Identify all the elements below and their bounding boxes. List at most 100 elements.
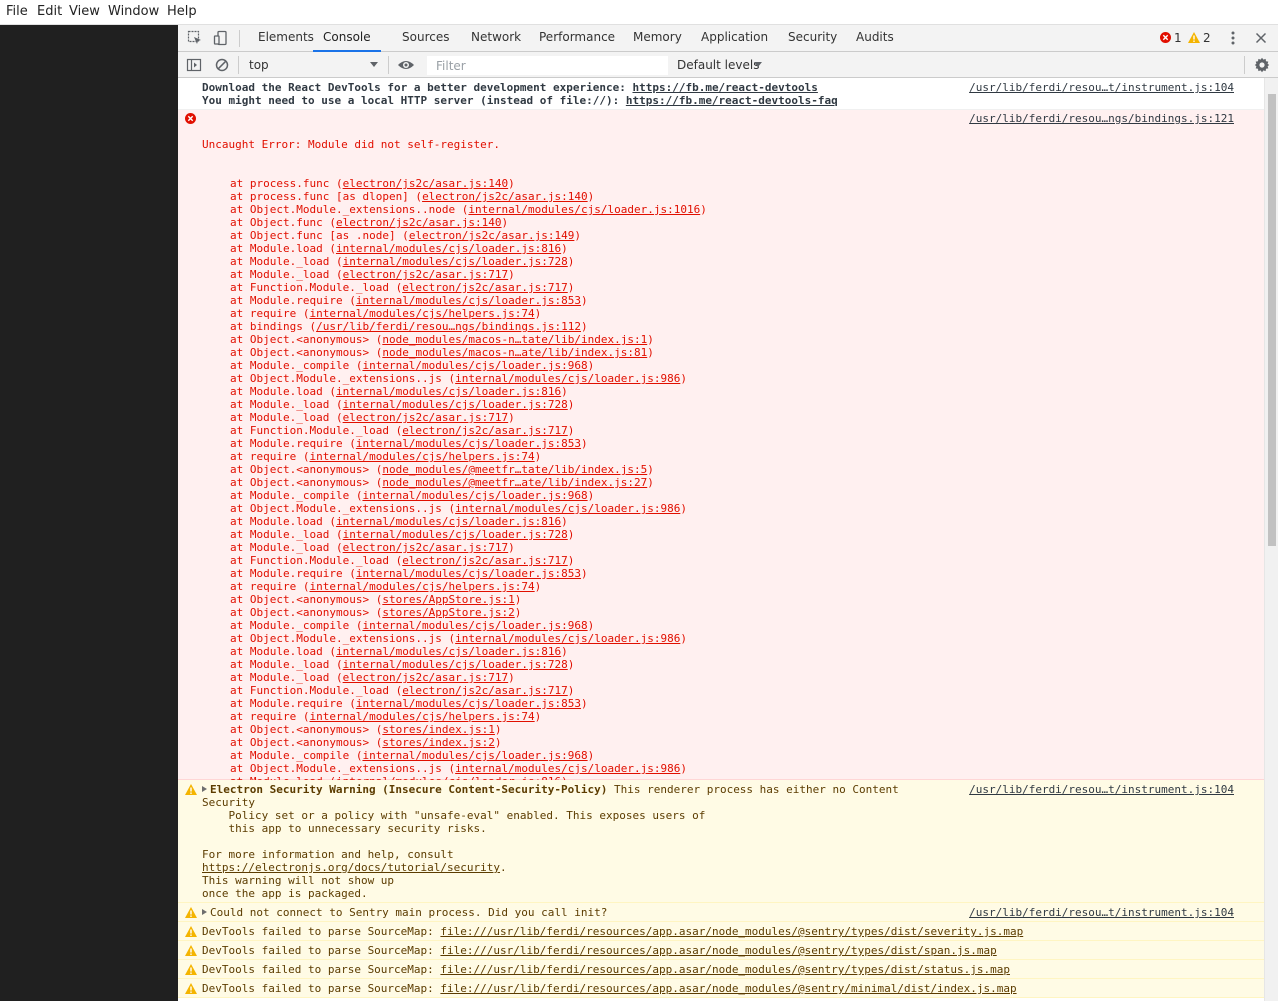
warning-count[interactable]: 2 [1203, 31, 1211, 45]
expand-triangle-icon[interactable] [202, 786, 207, 792]
tab-elements[interactable]: Elements [258, 25, 314, 52]
stack-frame-function: at Module._compile ( [230, 359, 363, 372]
console-settings-gear-icon[interactable] [1254, 57, 1270, 73]
stack-frame-link[interactable]: electron/js2c/asar.js:717 [402, 424, 568, 437]
device-toolbar-icon[interactable] [213, 30, 229, 46]
stack-frame-link[interactable]: node_modules/macos-n…tate/lib/index.js:1 [382, 333, 647, 346]
stack-frame-link[interactable]: internal/modules/cjs/loader.js:816 [336, 515, 561, 528]
stack-frame-link[interactable]: internal/modules/cjs/loader.js:816 [336, 645, 561, 658]
stack-frame-link[interactable]: internal/modules/cjs/loader.js:968 [362, 489, 587, 502]
stack-frame-link[interactable]: internal/modules/cjs/helpers.js:74 [309, 710, 534, 723]
stack-frame-link[interactable]: electron/js2c/asar.js:140 [343, 177, 509, 190]
stack-frame-link[interactable]: internal/modules/cjs/loader.js:968 [362, 749, 587, 762]
stack-frame-link[interactable]: internal/modules/cjs/loader.js:728 [343, 658, 568, 671]
stack-frame-close: ) [647, 333, 654, 346]
error-count-icon[interactable] [1160, 32, 1171, 43]
stack-frame-link[interactable]: electron/js2c/asar.js:717 [402, 684, 568, 697]
context-selector[interactable]: top [244, 55, 382, 75]
stack-frame-link[interactable]: node_modules/macos-n…ate/lib/index.js:81 [382, 346, 647, 359]
stack-frame-link[interactable]: internal/modules/cjs/loader.js:986 [455, 372, 680, 385]
stack-frame-link[interactable]: internal/modules/cjs/loader.js:728 [343, 255, 568, 268]
menu-window[interactable]: Window [108, 4, 159, 19]
warning-count-icon[interactable] [1188, 32, 1200, 43]
stack-frame-link[interactable]: internal/modules/cjs/loader.js:968 [362, 359, 587, 372]
error-count[interactable]: 1 [1174, 31, 1182, 45]
log-levels-dropdown[interactable]: Default levels [670, 55, 770, 75]
stack-frame-link[interactable]: stores/AppStore.js:1 [382, 593, 514, 606]
message-source-link[interactable]: /usr/lib/ferdi/resou…t/instrument.js:104 [969, 783, 1234, 796]
console-scrollbar[interactable] [1264, 78, 1278, 1001]
stack-frame-link[interactable]: stores/AppStore.js:2 [382, 606, 514, 619]
stack-frame-link[interactable]: internal/modules/cjs/loader.js:986 [455, 632, 680, 645]
filter-input[interactable]: Filter [427, 56, 668, 75]
stack-frame-link[interactable]: internal/modules/cjs/loader.js:986 [455, 762, 680, 775]
scrollbar-thumb[interactable] [1268, 94, 1276, 546]
stack-frame-link[interactable]: node_modules/@meetfr…ate/lib/index.js:27 [382, 476, 647, 489]
message-source-link[interactable]: /usr/lib/ferdi/resou…ngs/bindings.js:121 [969, 112, 1234, 125]
sourcemap-link[interactable]: file:///usr/lib/ferdi/resources/app.asar… [440, 944, 996, 957]
live-expression-eye-icon[interactable] [397, 57, 415, 73]
stack-frame-link[interactable]: internal/modules/cjs/loader.js:853 [356, 567, 581, 580]
stack-frame-link[interactable]: electron/js2c/asar.js:717 [402, 281, 568, 294]
close-icon[interactable] [1255, 32, 1267, 44]
stack-frame-link[interactable]: electron/js2c/asar.js:140 [422, 190, 588, 203]
stack-frame-function: at Module._load ( [230, 255, 343, 268]
tab-memory[interactable]: Memory [633, 25, 682, 52]
tab-network[interactable]: Network [471, 25, 521, 52]
stack-frame-link[interactable]: node_modules/@meetfr…tate/lib/index.js:5 [382, 463, 647, 476]
tab-audits[interactable]: Audits [856, 25, 894, 52]
stack-frame-link[interactable]: internal/modules/cjs/loader.js:816 [336, 242, 561, 255]
stack-frame: at require (internal/modules/cjs/helpers… [202, 580, 1264, 593]
sourcemap-link[interactable]: file:///usr/lib/ferdi/resources/app.asar… [440, 963, 1010, 976]
stack-frame-link[interactable]: internal/modules/cjs/loader.js:968 [362, 619, 587, 632]
stack-frame-function: at Object.<anonymous> ( [230, 736, 383, 749]
warning-icon [185, 907, 197, 918]
stack-frame: at require (internal/modules/cjs/helpers… [202, 450, 1264, 463]
menu-view[interactable]: View [69, 4, 100, 19]
menu-help[interactable]: Help [167, 4, 197, 19]
stack-frame-link[interactable]: electron/js2c/asar.js:717 [402, 554, 568, 567]
expand-triangle-icon[interactable] [202, 909, 207, 915]
stack-frame-link[interactable]: electron/js2c/asar.js:717 [343, 541, 509, 554]
sourcemap-warning-text: DevTools failed to parse SourceMap: [202, 982, 441, 995]
sourcemap-link[interactable]: file:///usr/lib/ferdi/resources/app.asar… [440, 982, 1016, 995]
stack-frame-link[interactable]: internal/modules/cjs/loader.js:853 [356, 697, 581, 710]
react-devtools-faq-link[interactable]: https://fb.me/react-devtools-faq [626, 94, 838, 107]
tab-sources[interactable]: Sources [402, 25, 449, 52]
stack-frame-link[interactable]: electron/js2c/asar.js:717 [343, 671, 509, 684]
tab-application[interactable]: Application [701, 25, 768, 52]
stack-frame: at Module._load (internal/modules/cjs/lo… [202, 255, 1264, 268]
inspect-element-icon[interactable] [187, 30, 203, 46]
menu-file[interactable]: File [6, 4, 28, 19]
stack-frame-link[interactable]: internal/modules/cjs/loader.js:728 [343, 528, 568, 541]
stack-frame-link[interactable]: stores/index.js:2 [382, 736, 495, 749]
message-source-link[interactable]: /usr/lib/ferdi/resou…t/instrument.js:104 [969, 81, 1234, 94]
tab-security[interactable]: Security [788, 25, 837, 52]
clear-console-icon[interactable] [214, 57, 230, 73]
tab-console[interactable]: Console [313, 25, 381, 52]
message-source-link[interactable]: /usr/lib/ferdi/resou…t/instrument.js:104 [969, 906, 1234, 919]
react-devtools-link[interactable]: https://fb.me/react-devtools [632, 81, 817, 94]
stack-frame: at Function.Module._load (electron/js2c/… [202, 424, 1264, 437]
stack-frame-link[interactable]: electron/js2c/asar.js:717 [343, 268, 509, 281]
stack-frame-link[interactable]: electron/js2c/asar.js:149 [409, 229, 575, 242]
stack-frame-link[interactable]: electron/js2c/asar.js:717 [343, 411, 509, 424]
stack-frame-link[interactable]: internal/modules/cjs/loader.js:816 [336, 385, 561, 398]
stack-frame-link[interactable]: internal/modules/cjs/helpers.js:74 [309, 450, 534, 463]
security-docs-link[interactable]: https://electronjs.org/docs/tutorial/sec… [202, 861, 500, 874]
stack-frame-link[interactable]: internal/modules/cjs/helpers.js:74 [309, 307, 534, 320]
sourcemap-link[interactable]: file:///usr/lib/ferdi/resources/app.asar… [440, 925, 1023, 938]
stack-frame-link[interactable]: internal/modules/cjs/loader.js:853 [356, 294, 581, 307]
stack-frame-link[interactable]: electron/js2c/asar.js:140 [336, 216, 502, 229]
stack-frame-link[interactable]: internal/modules/cjs/loader.js:853 [356, 437, 581, 450]
stack-frame-link[interactable]: internal/modules/cjs/loader.js:728 [343, 398, 568, 411]
sidebar-toggle-icon[interactable] [186, 57, 202, 73]
stack-frame-link[interactable]: /usr/lib/ferdi/resou…ngs/bindings.js:112 [316, 320, 581, 333]
menu-edit[interactable]: Edit [37, 4, 62, 19]
stack-frame-link[interactable]: internal/modules/cjs/loader.js:1016 [468, 203, 700, 216]
stack-frame-link[interactable]: internal/modules/cjs/helpers.js:74 [309, 580, 534, 593]
more-options-icon[interactable] [1227, 30, 1239, 46]
stack-frame-link[interactable]: internal/modules/cjs/loader.js:986 [455, 502, 680, 515]
tab-performance[interactable]: Performance [539, 25, 615, 52]
stack-frame-link[interactable]: stores/index.js:1 [382, 723, 495, 736]
